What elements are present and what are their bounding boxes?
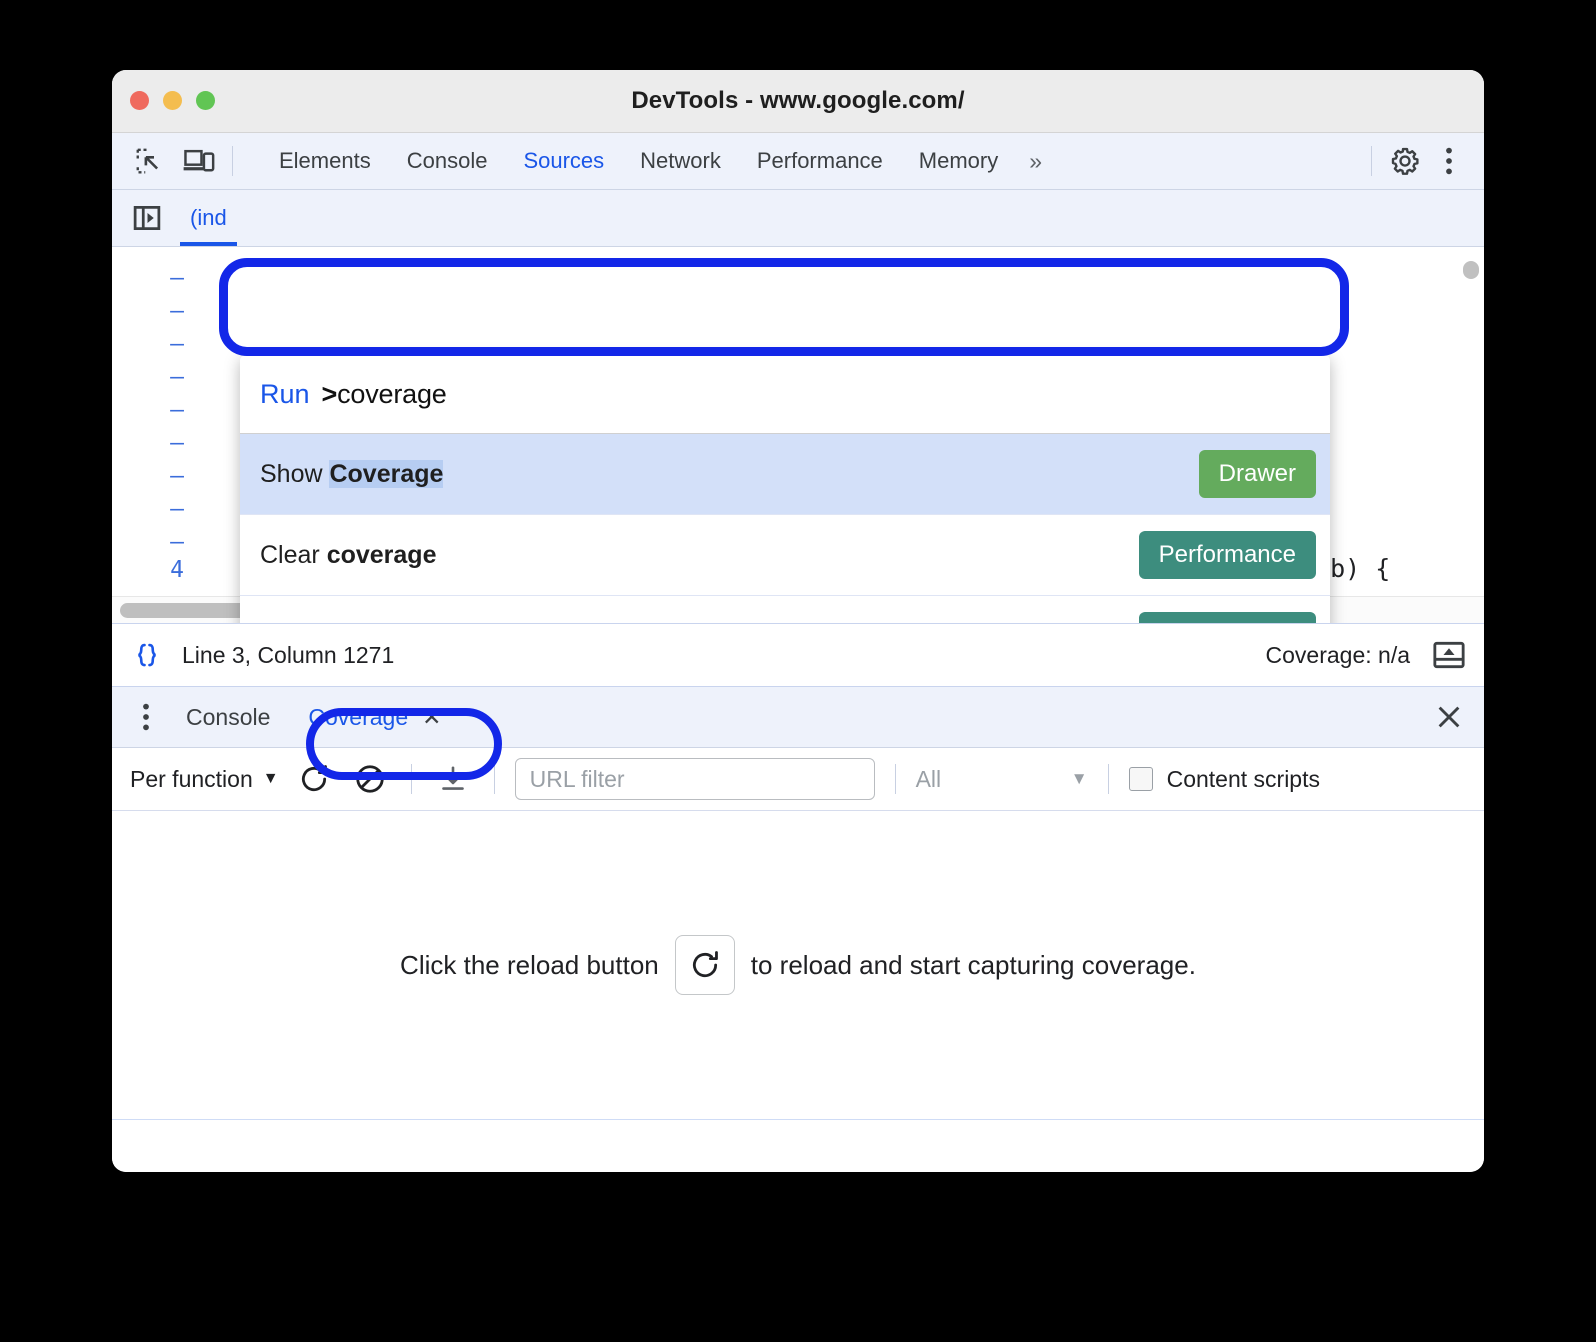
palette-query: >coverage: [322, 379, 447, 410]
close-icon[interactable]: ✕: [422, 704, 441, 730]
pretty-print-braces-icon[interactable]: [130, 640, 164, 670]
gutter-line: –: [170, 331, 184, 357]
coverage-empty-message: Click the reload button to reload and st…: [400, 935, 1196, 995]
chevron-down-icon: ▼: [1070, 769, 1088, 788]
palette-item-prefix: Clear: [260, 540, 327, 569]
gutter-line: –: [170, 265, 184, 291]
coverage-status: Coverage: n/a: [1265, 641, 1410, 668]
gutter-line: –: [170, 397, 184, 423]
window-titlebar: DevTools - www.google.com/: [112, 70, 1484, 133]
coverage-type-filter-select[interactable]: All ▼: [916, 766, 1088, 793]
palette-item-label: Clear coverage: [260, 541, 1139, 570]
download-icon[interactable]: [432, 758, 474, 800]
more-vertical-icon[interactable]: [130, 702, 162, 732]
devtools-toolbar-right: [1371, 146, 1484, 176]
coverage-empty-state: Click the reload button to reload and st…: [112, 811, 1484, 1119]
coverage-empty-text-before: Click the reload button: [400, 949, 659, 980]
command-palette-prompt[interactable]: Run >coverage: [240, 355, 1330, 434]
coverage-footer: [112, 1119, 1484, 1172]
coverage-toolbar: Per function ▼ URL filter All ▼ Content …: [112, 748, 1484, 811]
reload-icon[interactable]: [293, 758, 335, 800]
devtools-tabs: Elements Console Sources Network Perform…: [261, 133, 1055, 189]
cursor-position: Line 3, Column 1271: [182, 641, 395, 668]
tab-network[interactable]: Network: [622, 133, 739, 189]
device-toolbar-icon[interactable]: [182, 146, 216, 176]
chevron-down-icon: ▼: [262, 770, 279, 787]
devtools-main-tabbar: Elements Console Sources Network Perform…: [112, 133, 1484, 190]
tab-console[interactable]: Console: [389, 133, 506, 189]
url-filter-placeholder: URL filter: [529, 765, 625, 792]
drawer-tab-coverage-label: Coverage: [308, 703, 409, 730]
gutter-line-number: 4: [170, 557, 184, 583]
toolbar-divider: [410, 764, 412, 794]
palette-item-badge: Performance: [1138, 612, 1316, 623]
palette-item-badge: Performance: [1138, 531, 1316, 579]
show-drawer-icon[interactable]: [1432, 640, 1466, 670]
show-navigator-icon[interactable]: [130, 203, 164, 233]
toolbar-divider: [894, 764, 896, 794]
window-title: DevTools - www.google.com/: [631, 87, 965, 114]
status-right: Coverage: n/a: [1266, 640, 1466, 670]
content-scripts-checkbox[interactable]: [1128, 767, 1153, 791]
gutter-line: –: [170, 529, 184, 555]
editor-status-bar: Line 3, Column 1271 Coverage: n/a: [112, 623, 1484, 687]
url-filter-input[interactable]: URL filter: [514, 758, 875, 800]
coverage-granularity-label: Per function: [130, 765, 253, 792]
more-vertical-icon[interactable]: [1432, 146, 1466, 176]
gear-icon[interactable]: [1388, 146, 1422, 176]
tab-memory[interactable]: Memory: [901, 133, 1016, 189]
gutter-line: –: [170, 496, 184, 522]
inspect-toolbar-group: [112, 146, 249, 176]
gutter-line: –: [170, 430, 184, 456]
content-scripts-label: Content scripts: [1166, 765, 1320, 792]
status-left: Line 3, Column 1271: [130, 640, 394, 670]
reload-icon[interactable]: [674, 935, 735, 995]
palette-item-match: coverage: [385, 622, 495, 624]
toolbar-divider: [232, 146, 233, 176]
drawer-tab-coverage[interactable]: Coverage ✕: [294, 704, 455, 731]
source-editor[interactable]: – – – – – – – – – 4 – n(b) { v: [112, 247, 1484, 623]
palette-item-prefix: Instrument: [260, 622, 385, 624]
tab-performance[interactable]: Performance: [739, 133, 901, 189]
sources-subtab-row: (ind: [112, 190, 1484, 247]
palette-item-match: Coverage: [329, 459, 444, 488]
drawer-tabbar: Console Coverage ✕: [112, 687, 1484, 748]
devtools-window: DevTools - www.google.com/ Elements Cons…: [112, 70, 1484, 1172]
palette-item-badge: Drawer: [1198, 450, 1316, 498]
clear-icon[interactable]: [349, 758, 391, 800]
palette-item-show-coverage[interactable]: Show Coverage Drawer: [240, 434, 1330, 515]
screenshot-root: DevTools - www.google.com/ Elements Cons…: [0, 0, 1596, 1342]
palette-item-label: Instrument coverage: [260, 622, 1139, 624]
toolbar-divider: [1107, 764, 1109, 794]
coverage-granularity-select[interactable]: Per function ▼: [130, 766, 279, 793]
coverage-type-filter-value: All: [915, 765, 942, 792]
gutter-line: –: [170, 364, 184, 390]
close-icon[interactable]: [1432, 702, 1466, 732]
tab-elements[interactable]: Elements: [261, 133, 389, 189]
editor-vertical-scrollbar[interactable]: [1463, 261, 1479, 279]
palette-item-clear-coverage[interactable]: Clear coverage Performance: [240, 515, 1330, 596]
palette-item-match: coverage: [326, 540, 437, 569]
palette-item-label: Show Coverage: [260, 459, 1199, 489]
content-scripts-checkbox-row[interactable]: Content scripts: [1128, 765, 1320, 793]
inspect-element-icon[interactable]: [132, 146, 166, 176]
toolbar-divider-right: [1371, 146, 1372, 176]
palette-query-prefix: >: [321, 378, 338, 409]
coverage-empty-text-after: to reload and start capturing coverage.: [750, 949, 1196, 980]
drawer-tab-console[interactable]: Console: [172, 704, 284, 731]
palette-run-label: Run: [260, 378, 310, 409]
tab-sources[interactable]: Sources: [505, 133, 622, 189]
source-file-tab[interactable]: (ind: [180, 190, 237, 246]
palette-item-instrument-coverage[interactable]: Instrument coverage Performance: [240, 596, 1330, 623]
gutter-line: –: [170, 463, 184, 489]
editor-gutter: – – – – – – – – – 4 –: [112, 247, 202, 623]
command-palette[interactable]: Run >coverage Show Coverage Drawer Clear…: [240, 355, 1330, 623]
toolbar-divider: [493, 764, 495, 794]
gutter-line: –: [170, 298, 184, 324]
palette-query-text: coverage: [337, 378, 447, 409]
palette-item-prefix: Show: [260, 459, 330, 488]
more-tabs-chevron-icon[interactable]: »: [1016, 133, 1055, 189]
